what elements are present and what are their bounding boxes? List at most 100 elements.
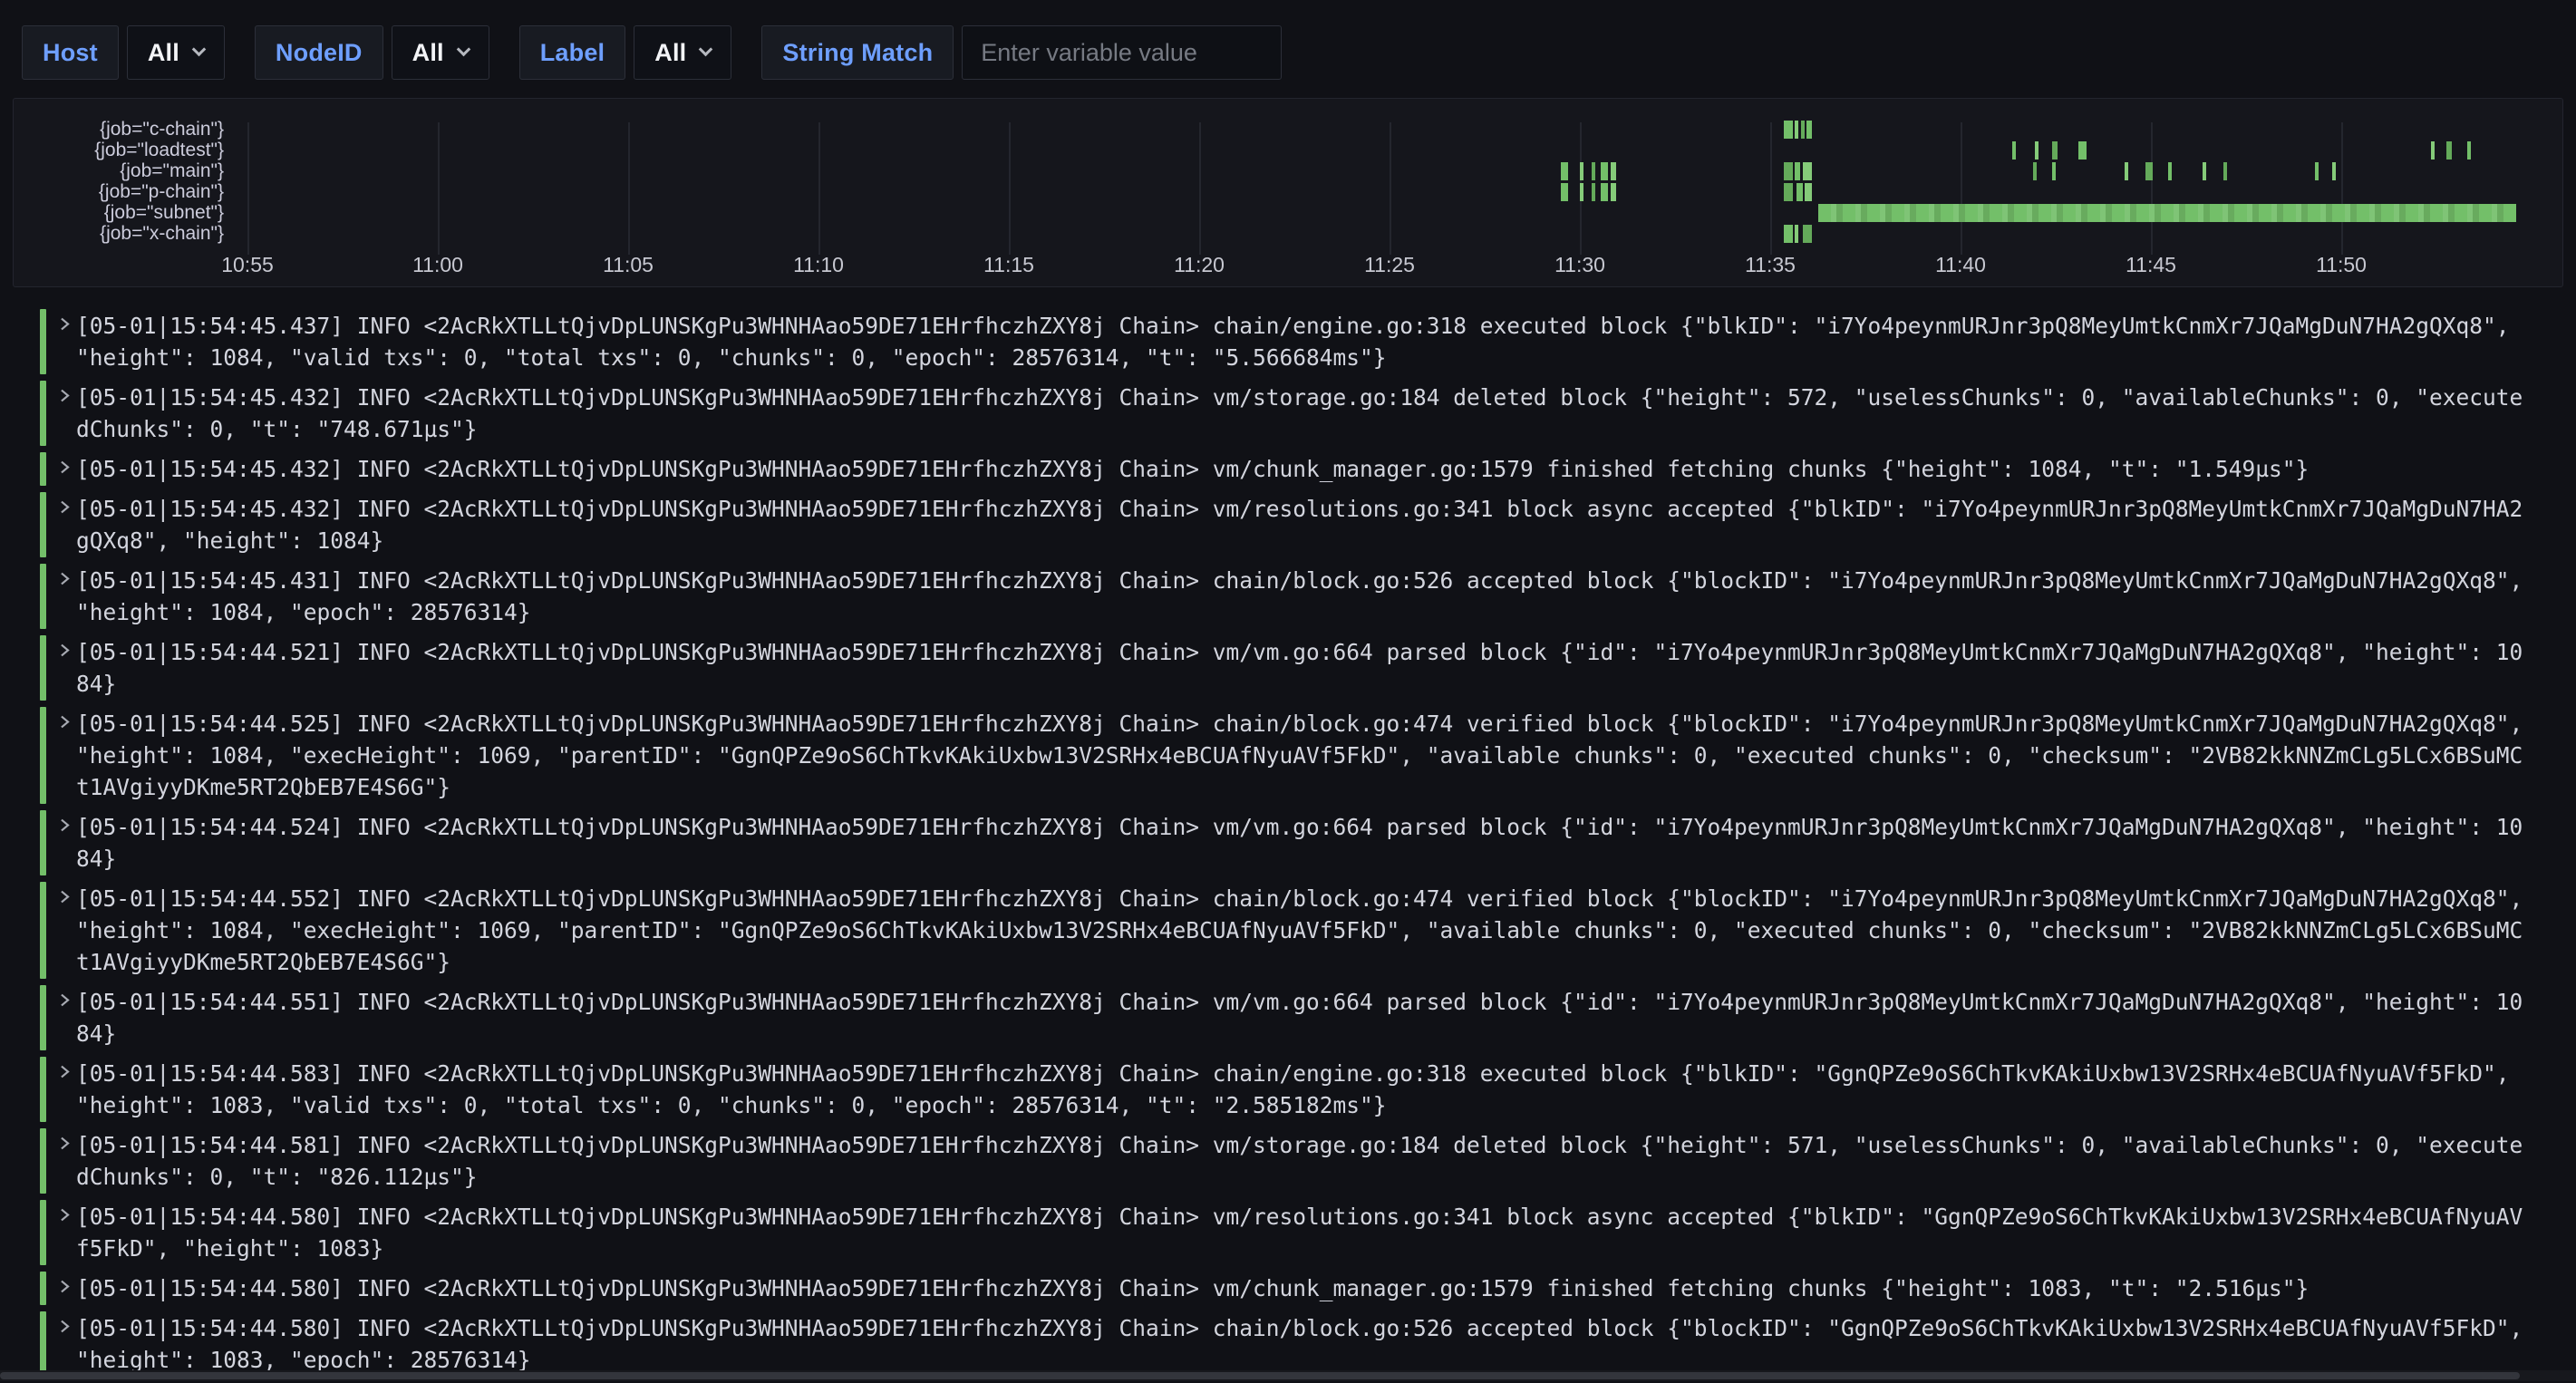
log-level-indicator: [40, 381, 46, 446]
expand-chevron-icon[interactable]: [46, 985, 76, 1050]
log-volume-bar: [1795, 162, 1799, 180]
log-volume-bar: [1784, 183, 1794, 201]
series-label: {job="p-chain"}: [14, 182, 224, 202]
series-label: {job="loadtest"}: [14, 140, 224, 160]
expand-chevron-icon[interactable]: [46, 1200, 76, 1265]
gridline: [1009, 122, 1011, 255]
log-level-indicator: [40, 492, 46, 557]
log-level-indicator: [40, 1128, 46, 1194]
chevron-down-icon: [456, 43, 470, 57]
log-message: [05-01|15:54:44.551] INFO <2AcRkXTLLtQjv…: [76, 985, 2523, 1050]
expand-chevron-icon[interactable]: [46, 810, 76, 875]
log-row[interactable]: [05-01|15:54:44.521] INFO <2AcRkXTLLtQjv…: [40, 635, 2576, 701]
log-message: [05-01|15:54:45.432] INFO <2AcRkXTLLtQjv…: [76, 492, 2523, 557]
log-volume-bar: [2125, 162, 2128, 180]
log-message: [05-01|15:54:44.583] INFO <2AcRkXTLLtQjv…: [76, 1057, 2523, 1122]
log-message: [05-01|15:54:44.581] INFO <2AcRkXTLLtQjv…: [76, 1128, 2523, 1194]
expand-chevron-icon[interactable]: [46, 452, 76, 486]
log-message: [05-01|15:54:44.580] INFO <2AcRkXTLLtQjv…: [76, 1200, 2523, 1265]
log-row[interactable]: [05-01|15:54:45.431] INFO <2AcRkXTLLtQjv…: [40, 564, 2576, 629]
chevron-down-icon: [192, 43, 207, 57]
log-volume-bar: [2033, 162, 2037, 180]
horizontal-scrollbar[interactable]: [0, 1370, 2576, 1381]
log-volume-bar: [2012, 141, 2016, 160]
log-message: [05-01|15:54:45.432] INFO <2AcRkXTLLtQjv…: [76, 452, 2523, 486]
log-row[interactable]: [05-01|15:54:44.525] INFO <2AcRkXTLLtQjv…: [40, 707, 2576, 804]
x-axis-tick-label: 11:30: [1554, 253, 1605, 277]
log-volume-bar: [2078, 141, 2086, 160]
log-volume-bar: [1611, 162, 1616, 180]
variable-nodeid: NodeID All: [255, 25, 489, 80]
log-volume-bar: [2431, 141, 2435, 160]
log-row[interactable]: [05-01|15:54:44.581] INFO <2AcRkXTLLtQjv…: [40, 1128, 2576, 1194]
log-row[interactable]: [05-01|15:54:45.432] INFO <2AcRkXTLLtQjv…: [40, 492, 2576, 557]
log-level-indicator: [40, 1272, 46, 1305]
log-level-indicator: [40, 882, 46, 979]
variable-label-string-match: String Match: [761, 25, 954, 80]
log-row[interactable]: [05-01|15:54:44.580] INFO <2AcRkXTLLtQjv…: [40, 1200, 2576, 1265]
log-row[interactable]: [05-01|15:54:45.432] INFO <2AcRkXTLLtQjv…: [40, 452, 2576, 486]
log-row[interactable]: [05-01|15:54:44.580] INFO <2AcRkXTLLtQjv…: [40, 1272, 2576, 1305]
variable-select-nodeid[interactable]: All: [392, 25, 489, 80]
expand-chevron-icon[interactable]: [46, 492, 76, 557]
scrollbar-thumb[interactable]: [0, 1372, 2520, 1379]
log-row[interactable]: [05-01|15:54:45.432] INFO <2AcRkXTLLtQjv…: [40, 381, 2576, 446]
expand-chevron-icon[interactable]: [46, 564, 76, 629]
expand-chevron-icon[interactable]: [46, 1057, 76, 1122]
variable-value-nodeid: All: [412, 39, 444, 67]
log-level-indicator: [40, 564, 46, 629]
log-message: [05-01|15:54:45.437] INFO <2AcRkXTLLtQjv…: [76, 309, 2523, 374]
log-volume-chart: 10:5511:0011:0511:1011:1511:2011:2511:30…: [14, 99, 2562, 286]
variable-label-nodeid: NodeID: [255, 25, 383, 80]
log-list: [05-01|15:54:45.437] INFO <2AcRkXTLLtQjv…: [0, 309, 2576, 1383]
log-row[interactable]: [05-01|15:54:45.437] INFO <2AcRkXTLLtQjv…: [40, 309, 2576, 374]
variable-value-host: All: [148, 39, 179, 67]
gridline: [2341, 122, 2343, 255]
expand-chevron-icon[interactable]: [46, 635, 76, 701]
log-level-indicator: [40, 1311, 46, 1377]
expand-chevron-icon[interactable]: [46, 707, 76, 804]
variable-label-label: Label: [519, 25, 626, 80]
log-volume-bar: [1580, 162, 1583, 180]
expand-chevron-icon[interactable]: [46, 882, 76, 979]
log-row[interactable]: [05-01|15:54:44.524] INFO <2AcRkXTLLtQjv…: [40, 810, 2576, 875]
log-volume-bar: [2203, 162, 2206, 180]
series-label: {job="x-chain"}: [14, 224, 224, 244]
expand-chevron-icon[interactable]: [46, 1311, 76, 1377]
gridline: [818, 122, 820, 255]
log-volume-bar: [1580, 183, 1583, 201]
variable-select-host[interactable]: All: [127, 25, 225, 80]
log-level-indicator: [40, 452, 46, 486]
log-volume-bar: [1784, 121, 1794, 139]
gridline: [1961, 122, 1962, 255]
log-volume-bar: [1796, 183, 1802, 201]
log-volume-bar: [2052, 141, 2058, 160]
log-volume-bar: [1601, 162, 1608, 180]
x-axis-tick-label: 10:55: [221, 253, 274, 277]
variable-select-label[interactable]: All: [634, 25, 731, 80]
log-volume-bar: [2467, 141, 2471, 160]
log-level-indicator: [40, 1057, 46, 1122]
log-row[interactable]: [05-01|15:54:44.583] INFO <2AcRkXTLLtQjv…: [40, 1057, 2576, 1122]
log-row[interactable]: [05-01|15:54:44.580] INFO <2AcRkXTLLtQjv…: [40, 1311, 2576, 1377]
string-match-input[interactable]: [962, 25, 1282, 80]
x-axis-tick-label: 11:45: [2126, 253, 2176, 277]
log-message: [05-01|15:54:45.431] INFO <2AcRkXTLLtQjv…: [76, 564, 2523, 629]
expand-chevron-icon[interactable]: [46, 1128, 76, 1194]
log-volume-bar: [1806, 121, 1812, 139]
x-axis-tick-label: 11:40: [1935, 253, 1986, 277]
log-level-indicator: [40, 985, 46, 1050]
variable-host: Host All: [22, 25, 225, 80]
gridline: [1770, 122, 1772, 255]
log-row[interactable]: [05-01|15:54:44.551] INFO <2AcRkXTLLtQjv…: [40, 985, 2576, 1050]
log-message: [05-01|15:54:44.552] INFO <2AcRkXTLLtQjv…: [76, 882, 2523, 979]
expand-chevron-icon[interactable]: [46, 381, 76, 446]
expand-chevron-icon[interactable]: [46, 309, 76, 374]
log-row[interactable]: [05-01|15:54:44.552] INFO <2AcRkXTLLtQjv…: [40, 882, 2576, 979]
log-level-indicator: [40, 309, 46, 374]
log-volume-bar: [1795, 225, 1798, 243]
expand-chevron-icon[interactable]: [46, 1272, 76, 1305]
x-axis-tick-label: 11:15: [983, 253, 1034, 277]
gridline: [1199, 122, 1201, 255]
variable-value-label: All: [654, 39, 686, 67]
